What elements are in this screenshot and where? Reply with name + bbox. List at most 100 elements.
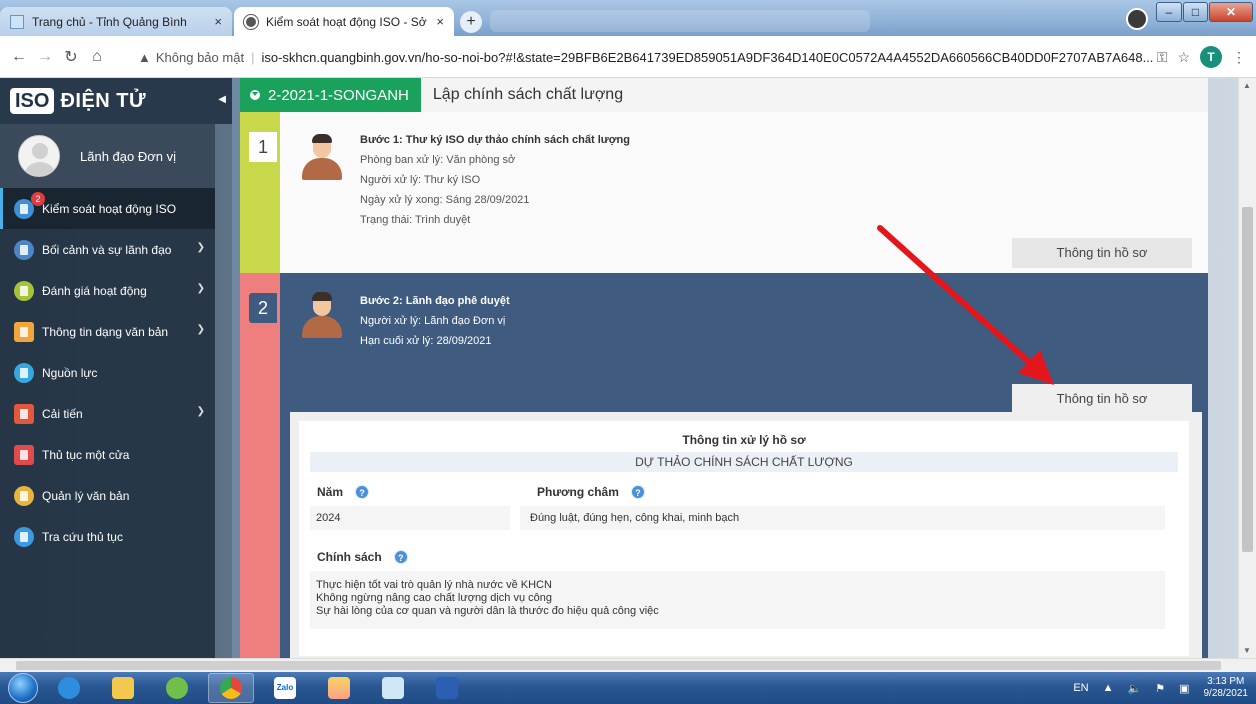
sidebar-item-label: Cải tiến <box>42 406 83 421</box>
scrollbar-thumb[interactable] <box>16 661 1221 670</box>
vertical-scrollbar[interactable]: ▲ ▼ <box>1238 78 1256 658</box>
reload-icon[interactable]: ↻ <box>58 47 84 67</box>
sidebar-item-documented-info[interactable]: Thông tin dạng văn bản ❯ <box>0 311 215 352</box>
tab-title: Kiểm soát hoạt động ISO - Sở Kh <box>266 14 431 29</box>
sidebar-header: ISO ĐIỆN TỬ ◀ <box>0 78 232 124</box>
horizontal-scrollbar[interactable] <box>0 658 1256 672</box>
zalo-icon[interactable]: Zalo <box>262 673 308 703</box>
key-icon[interactable]: ⚿ <box>1157 49 1168 66</box>
maximize-button[interactable]: □ <box>1183 2 1208 22</box>
chrome-icon[interactable] <box>208 673 254 703</box>
record-info-card: Thông tin xử lý hồ sơ DỰ THẢO CHÍNH SÁCH… <box>299 421 1189 656</box>
chevron-down-icon: ❯ <box>196 406 205 417</box>
tab-title: Trang chủ - Tỉnh Quảng Bình <box>32 14 187 29</box>
sidebar-item-one-stop[interactable]: Thủ tục một cửa <box>0 434 215 475</box>
tray-expand-icon[interactable]: ▲ <box>1103 682 1114 694</box>
panel-heading: Thông tin xử lý hồ sơ <box>682 433 806 447</box>
motto-value: Đúng luật, đúng hẹn, công khai, minh bạc… <box>520 506 1165 530</box>
explorer-icon[interactable] <box>100 673 146 703</box>
sidebar-item-document-management[interactable]: Quản lý văn bản <box>0 475 215 516</box>
browser-toolbar: ← → ↻ ⌂ ▲ Không bảo mật | iso-skhcn.quan… <box>0 36 1256 78</box>
record-info-button[interactable]: Thông tin hồ sơ <box>1012 384 1192 412</box>
chevron-down-circle-icon <box>250 90 260 100</box>
record-code: 2-2021-1-SONGANH <box>268 86 409 104</box>
star-icon[interactable]: ☆ <box>1177 49 1190 66</box>
browser-profile-icon[interactable] <box>1126 8 1148 30</box>
folder-icon <box>14 485 34 506</box>
sidebar-item-label: Bối cảnh và sự lãnh đạo <box>42 242 172 257</box>
help-icon[interactable]: ? <box>393 550 408 564</box>
sidebar-item-label: Thông tin dạng văn bản <box>42 324 169 339</box>
new-tab-button[interactable]: + <box>460 11 482 33</box>
user-name: Lãnh đạo Đơn vị <box>80 148 176 164</box>
sidebar-item-label: Thủ tục một cửa <box>42 447 130 462</box>
sidebar-item-resources[interactable]: Nguồn lực <box>0 352 215 393</box>
record-code-tab[interactable]: 2-2021-1-SONGANH <box>240 78 421 112</box>
language-indicator[interactable]: EN <box>1073 682 1088 694</box>
app-g-icon[interactable] <box>154 673 200 703</box>
address-bar[interactable]: ▲ Không bảo mật | iso-skhcn.quangbinh.go… <box>138 45 1188 69</box>
motto-label-text: Phương châm <box>537 485 619 499</box>
close-tab-icon[interactable]: × <box>214 14 222 29</box>
sidebar-item-context-leadership[interactable]: Bối cảnh và sự lãnh đạo ❯ <box>0 229 215 270</box>
sidebar-item-iso-control[interactable]: 2 Kiểm soát hoạt động ISO <box>0 188 215 229</box>
chart-icon <box>14 403 34 424</box>
step-title: Bước 2: Lãnh đạo phê duyệt <box>360 295 510 307</box>
step-number: 1 <box>249 132 277 162</box>
user-panel[interactable]: Lãnh đạo Đơn vị <box>0 124 215 188</box>
close-tab-icon[interactable]: × <box>436 14 444 29</box>
step-number: 2 <box>249 293 277 323</box>
paint-icon[interactable] <box>370 673 416 703</box>
windows-taskbar: Zalo EN ▲ 🔈 ⚑ ▣ 3:13 PM 9/28/2021 <box>0 672 1256 704</box>
policy-value: Thực hiện tốt vai trò quản lý nhà nước v… <box>310 571 1165 629</box>
close-window-button[interactable]: ✕ <box>1209 2 1253 22</box>
collapse-sidebar-icon[interactable]: ◀ <box>218 94 226 105</box>
network-icon[interactable]: ▣ <box>1179 682 1189 695</box>
menu-dots-icon[interactable]: ⋮ <box>1232 49 1246 66</box>
help-icon[interactable]: ? <box>630 485 645 499</box>
notification-badge: 2 <box>31 192 45 206</box>
back-icon[interactable]: ← <box>6 48 32 66</box>
sidebar-item-improvement[interactable]: Cải tiến ❯ <box>0 393 215 434</box>
tab-iso[interactable]: Kiểm soát hoạt động ISO - Sở Kh × <box>234 7 454 36</box>
background-window-title <box>490 10 870 32</box>
year-label: Năm ? <box>317 485 370 499</box>
chevron-down-icon: ❯ <box>196 242 205 253</box>
logo-iso: ISO <box>10 88 55 114</box>
minimize-button[interactable]: – <box>1156 2 1182 22</box>
page-title: Lập chính sách chất lượng <box>432 86 624 103</box>
security-label: Không bảo mật <box>155 49 245 65</box>
sidebar-item-procedure-lookup[interactable]: Tra cứu thủ tục <box>0 516 215 557</box>
forward-icon[interactable]: → <box>32 48 58 66</box>
search-icon <box>14 526 34 547</box>
toolbar-actions: ⚿ ☆ T ⋮ <box>1157 46 1246 68</box>
scrollbar-thumb[interactable] <box>1242 207 1253 552</box>
scroll-up-icon[interactable]: ▲ <box>1243 81 1251 90</box>
year-value: 2024 <box>310 506 510 530</box>
tab-home[interactable]: Trang chủ - Tỉnh Quảng Bình × <box>0 7 232 36</box>
help-icon[interactable]: ? <box>355 485 370 499</box>
url-text[interactable]: iso-skhcn.quangbinh.gov.vn/ho-so-noi-bo?… <box>261 50 1153 65</box>
media-icon[interactable] <box>316 673 362 703</box>
policy-line: Sự hài lòng của cơ quan và người dân là … <box>316 605 659 617</box>
flag-icon[interactable]: ⚑ <box>1155 682 1165 695</box>
start-button[interactable] <box>8 673 38 703</box>
logo-text: ĐIỆN TỬ <box>60 89 147 112</box>
volume-icon[interactable]: 🔈 <box>1128 682 1142 695</box>
panel-subheading: DỰ THẢO CHÍNH SÁCH CHẤT LƯỢNG <box>310 452 1178 472</box>
main-content: 2-2021-1-SONGANH Lập chính sách chất lượ… <box>240 78 1208 658</box>
clock-date: 9/28/2021 <box>1203 688 1249 699</box>
ie-icon[interactable] <box>46 673 92 703</box>
clock[interactable]: 3:13 PM 9/28/2021 <box>1204 676 1249 700</box>
globe-icon <box>244 14 258 29</box>
record-info-button[interactable]: Thông tin hồ sơ <box>1012 238 1192 268</box>
home-icon[interactable]: ⌂ <box>84 48 110 66</box>
word-icon[interactable] <box>424 673 470 703</box>
profile-avatar[interactable]: T <box>1200 46 1222 68</box>
page-viewport: ISO ĐIỆN TỬ ◀ Lãnh đạo Đơn vị 2 Kiểm soá… <box>0 78 1256 658</box>
person-avatar-icon <box>300 292 344 340</box>
users-icon <box>14 362 34 383</box>
scroll-down-icon[interactable]: ▼ <box>1243 646 1251 655</box>
sidebar-item-evaluation[interactable]: Đánh giá hoạt động ❯ <box>0 270 215 311</box>
sidebar-item-label: Đánh giá hoạt động <box>42 283 147 298</box>
